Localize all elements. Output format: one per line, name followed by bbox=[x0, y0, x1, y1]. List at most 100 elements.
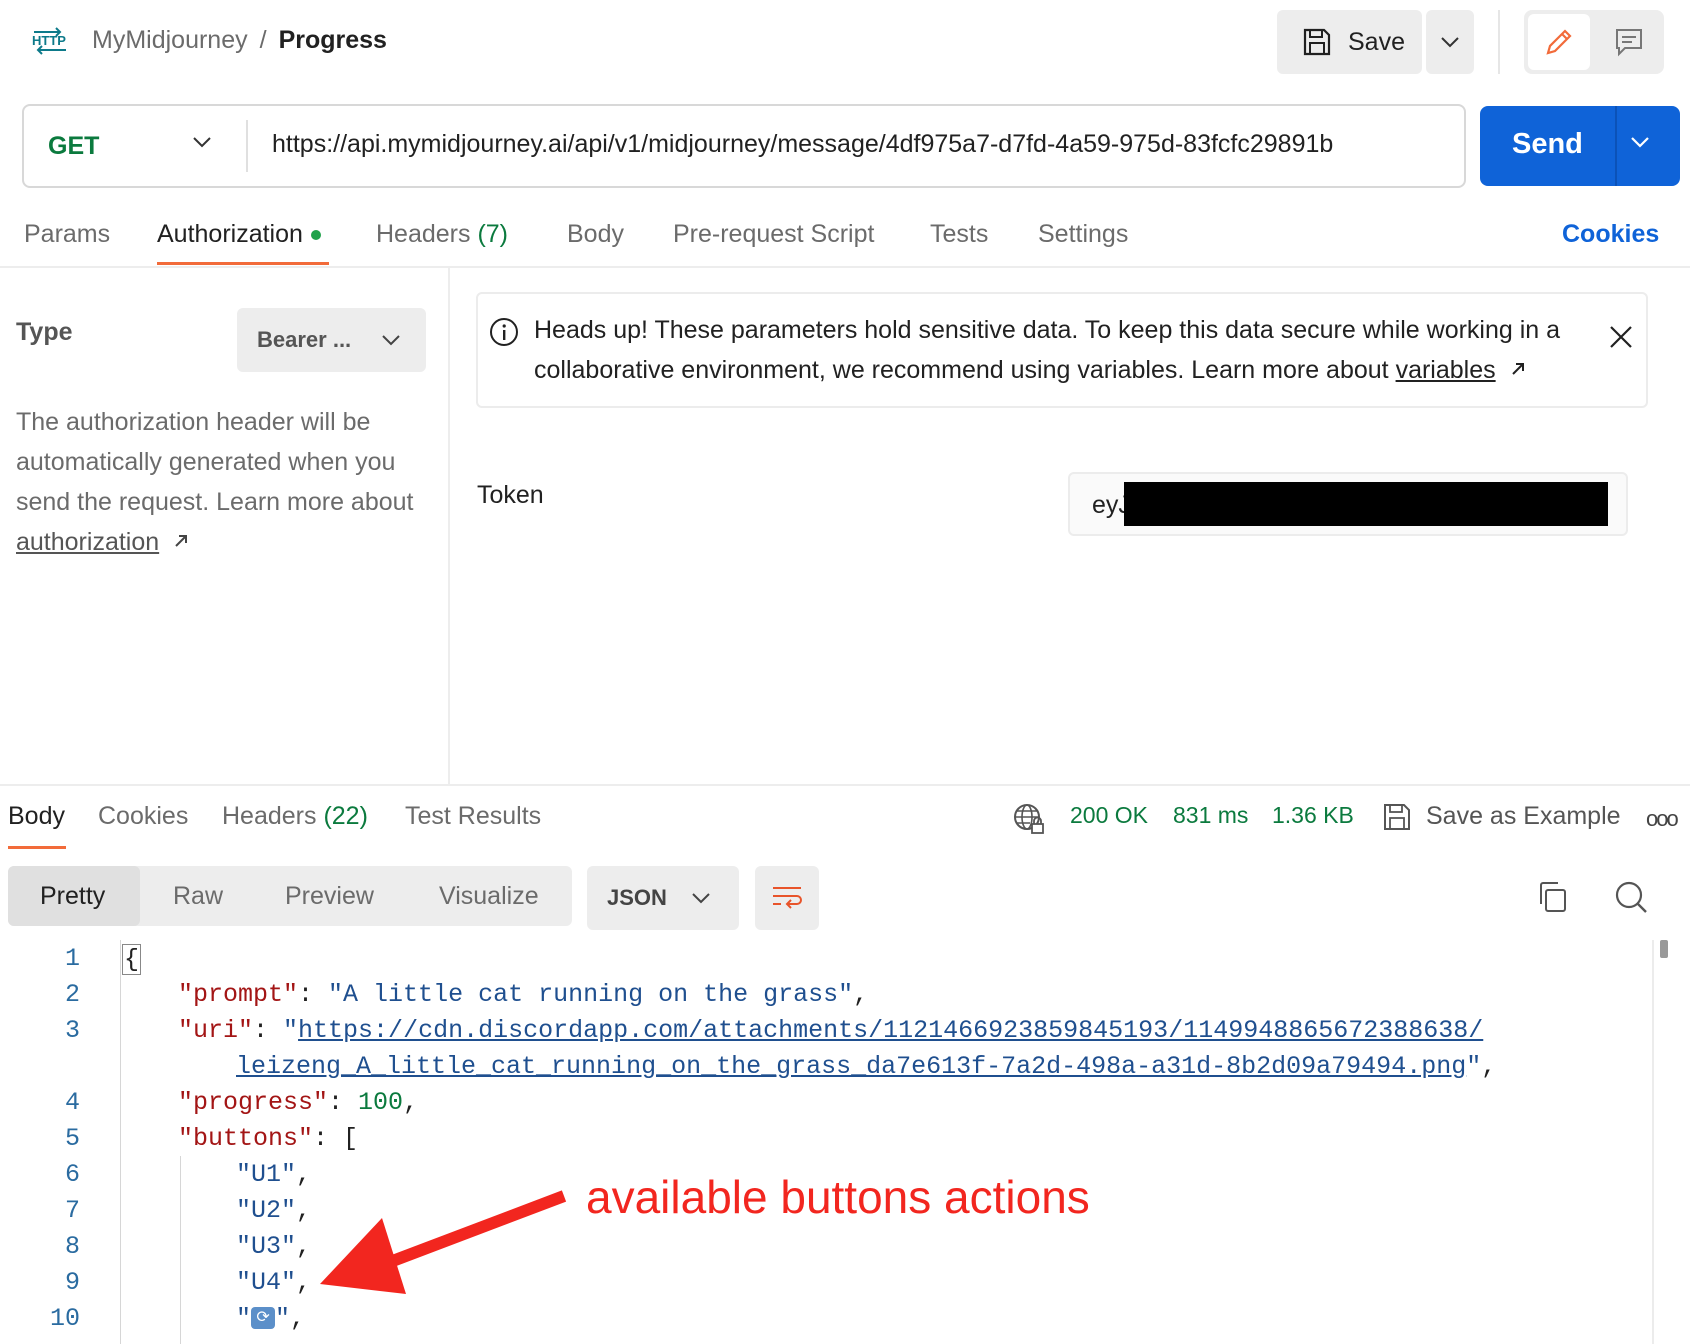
json-key: "progress" bbox=[178, 1088, 329, 1117]
json-key: "uri" bbox=[178, 1016, 254, 1045]
uri-link[interactable]: https://cdn.discordapp.com/attachments/1… bbox=[298, 1016, 1483, 1045]
external-link-icon bbox=[175, 535, 188, 547]
language-value: JSON bbox=[607, 885, 667, 910]
method-value: GET bbox=[48, 131, 100, 160]
format-tabs: Pretty Raw Preview Visualize bbox=[8, 866, 572, 926]
url-divider bbox=[246, 120, 248, 172]
active-tab-indicator bbox=[157, 262, 329, 265]
format-preview[interactable]: Preview bbox=[285, 866, 374, 926]
json-number: 100 bbox=[358, 1088, 404, 1117]
wrap-lines-button[interactable] bbox=[755, 866, 819, 930]
type-label: Type bbox=[16, 318, 73, 346]
line-number: 9 bbox=[64, 1268, 80, 1297]
tab-headers[interactable]: Headers (7) bbox=[376, 220, 508, 249]
response-tab-body[interactable]: Body bbox=[8, 802, 65, 831]
copy-icon[interactable] bbox=[1536, 880, 1568, 914]
annotation-arrow bbox=[320, 1190, 567, 1294]
chevron-down-icon bbox=[382, 335, 400, 346]
variables-link[interactable]: variables bbox=[1396, 356, 1496, 384]
redaction-bar bbox=[1124, 482, 1608, 526]
line-number: 2 bbox=[64, 980, 80, 1009]
scrollbar-track[interactable] bbox=[1652, 940, 1654, 1344]
send-divider bbox=[1615, 106, 1617, 186]
tab-authorization[interactable]: Authorization bbox=[157, 220, 321, 249]
matched-brace: { bbox=[122, 944, 142, 975]
top-header: HTTP MyMidjourney / Progress Save bbox=[0, 0, 1690, 96]
comment-icon bbox=[1616, 29, 1642, 57]
save-as-example-button[interactable]: Save as Example bbox=[1426, 802, 1621, 831]
indent-guide bbox=[180, 1156, 181, 1344]
token-input[interactable]: eyJ bbox=[1068, 472, 1628, 536]
json-string: "A little cat running on the grass" bbox=[328, 980, 854, 1009]
edit-mode-button[interactable] bbox=[1528, 14, 1590, 70]
auth-description: The authorization header will be automat… bbox=[16, 402, 436, 562]
status-code[interactable]: 200 OK bbox=[1070, 802, 1148, 829]
json-string: "U3" bbox=[236, 1232, 297, 1261]
chevron-down-icon[interactable] bbox=[1630, 136, 1650, 148]
authorization-link[interactable]: authorization bbox=[16, 528, 159, 556]
response-size[interactable]: 1.36 KB bbox=[1272, 802, 1354, 829]
response-tab-cookies[interactable]: Cookies bbox=[98, 802, 188, 831]
code-line: "U1", bbox=[236, 1160, 312, 1189]
code-line: "buttons": [ bbox=[178, 1124, 359, 1153]
auth-description-text: The authorization header will be automat… bbox=[16, 408, 414, 516]
save-icon bbox=[1303, 28, 1331, 56]
http-request-icon: HTTP bbox=[30, 26, 70, 56]
format-visualize[interactable]: Visualize bbox=[439, 866, 539, 926]
tab-pre-request-script[interactable]: Pre-request Script bbox=[673, 220, 874, 249]
comments-button[interactable] bbox=[1598, 14, 1660, 70]
method-select[interactable]: GET bbox=[24, 106, 246, 186]
breadcrumb-collection[interactable]: MyMidjourney bbox=[92, 26, 248, 54]
breadcrumb-separator: / bbox=[259, 26, 267, 54]
response-tab-headers[interactable]: Headers (22) bbox=[222, 802, 368, 831]
response-tabs: Body Cookies Headers (22) Test Results 2… bbox=[0, 800, 1690, 850]
toolbar-divider bbox=[1498, 10, 1500, 74]
tab-settings[interactable]: Settings bbox=[1038, 220, 1128, 249]
tab-tests[interactable]: Tests bbox=[930, 220, 988, 249]
chevron-down-icon bbox=[1441, 37, 1459, 48]
line-number: 1 bbox=[64, 944, 80, 973]
uri-link-continued[interactable]: leizeng_A_little_cat_running_on_the_gras… bbox=[236, 1052, 1466, 1081]
response-time[interactable]: 831 ms bbox=[1173, 802, 1248, 829]
more-options-icon[interactable]: ooo bbox=[1646, 806, 1679, 832]
tab-params[interactable]: Params bbox=[24, 220, 110, 249]
close-icon[interactable] bbox=[1608, 324, 1634, 350]
tab-authorization-label: Authorization bbox=[157, 220, 303, 248]
refresh-icon: ⟳ bbox=[251, 1307, 276, 1330]
request-title[interactable]: Progress bbox=[279, 26, 387, 54]
code-line: leizeng_A_little_cat_running_on_the_gras… bbox=[236, 1052, 1497, 1081]
code-line: "progress": 100, bbox=[178, 1088, 419, 1117]
send-button[interactable]: Send bbox=[1480, 106, 1680, 186]
auth-type-select[interactable]: Bearer ... bbox=[237, 308, 426, 372]
language-select[interactable]: JSON bbox=[587, 866, 739, 930]
status-dot bbox=[310, 230, 321, 241]
response-headers-label: Headers bbox=[222, 802, 317, 830]
response-body-editor[interactable]: 1 2 3 4 5 6 7 8 9 10 { "prompt": "A litt… bbox=[0, 940, 1660, 1344]
save-options-button[interactable] bbox=[1426, 10, 1474, 74]
code-line: "prompt": "A little cat running on the g… bbox=[178, 980, 869, 1009]
format-pretty[interactable]: Pretty bbox=[8, 866, 140, 926]
breadcrumb: MyMidjourney / Progress bbox=[92, 26, 387, 55]
save-icon bbox=[1384, 804, 1410, 830]
active-tab-indicator bbox=[8, 846, 66, 849]
code-line: "uri": "https://cdn.discordapp.com/attac… bbox=[178, 1016, 1484, 1045]
format-raw[interactable]: Raw bbox=[173, 866, 223, 926]
json-string: "U1" bbox=[236, 1160, 297, 1189]
save-button[interactable]: Save bbox=[1277, 10, 1422, 74]
view-mode-toggle bbox=[1524, 10, 1664, 74]
globe-lock-icon[interactable] bbox=[1012, 802, 1046, 836]
annotation-label: available buttons actions bbox=[586, 1171, 1090, 1223]
response-headers-count: (22) bbox=[323, 802, 368, 830]
url-input[interactable]: https://api.mymidjourney.ai/api/v1/midjo… bbox=[272, 130, 1333, 159]
response-tab-test-results[interactable]: Test Results bbox=[405, 802, 541, 831]
json-key: "buttons" bbox=[178, 1124, 314, 1153]
search-icon[interactable] bbox=[1614, 880, 1648, 914]
response-divider[interactable] bbox=[0, 784, 1690, 786]
json-string: "U2" bbox=[236, 1196, 297, 1225]
code-line: " ⟳ ", bbox=[236, 1304, 306, 1333]
cookies-link[interactable]: Cookies bbox=[1562, 220, 1659, 249]
scrollbar-thumb[interactable] bbox=[1660, 940, 1668, 958]
tab-body[interactable]: Body bbox=[567, 220, 624, 249]
url-bar: GET https://api.mymidjourney.ai/api/v1/m… bbox=[22, 104, 1466, 188]
code-line: "U3", bbox=[236, 1232, 312, 1261]
